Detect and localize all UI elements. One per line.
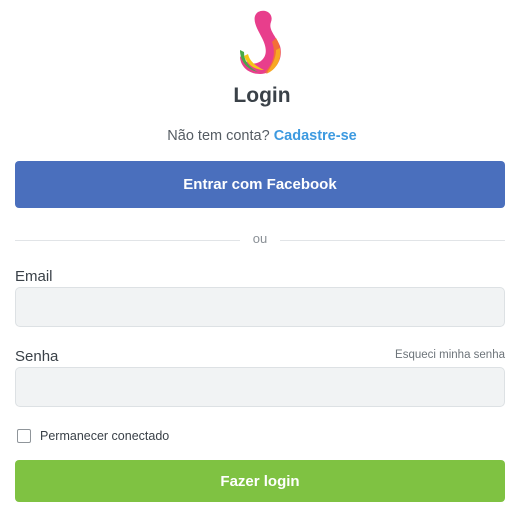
forgot-password-link[interactable]: Esqueci minha senha: [395, 349, 505, 361]
remember-me-checkbox[interactable]: [17, 429, 31, 443]
divider-left: [15, 240, 240, 241]
remember-me-row[interactable]: Permanecer conectado: [17, 429, 169, 443]
remember-me-label: Permanecer conectado: [40, 429, 170, 443]
divider-right: [280, 240, 505, 241]
password-label: Senha: [15, 348, 59, 365]
divider-or-text: ou: [252, 231, 268, 246]
signup-link[interactable]: Cadastre-se: [274, 128, 357, 144]
facebook-login-button[interactable]: Entrar com Facebook: [15, 161, 505, 208]
email-label: Email: [15, 268, 53, 285]
email-field[interactable]: [15, 287, 505, 327]
app-logo-icon: [240, 10, 281, 75]
password-field[interactable]: [15, 367, 505, 407]
page-title: Login: [233, 84, 291, 107]
signup-prompt-line: Não tem conta? Cadastre-se: [0, 128, 524, 144]
signup-prompt-text: Não tem conta?: [167, 128, 270, 144]
login-button[interactable]: Fazer login: [15, 460, 505, 502]
